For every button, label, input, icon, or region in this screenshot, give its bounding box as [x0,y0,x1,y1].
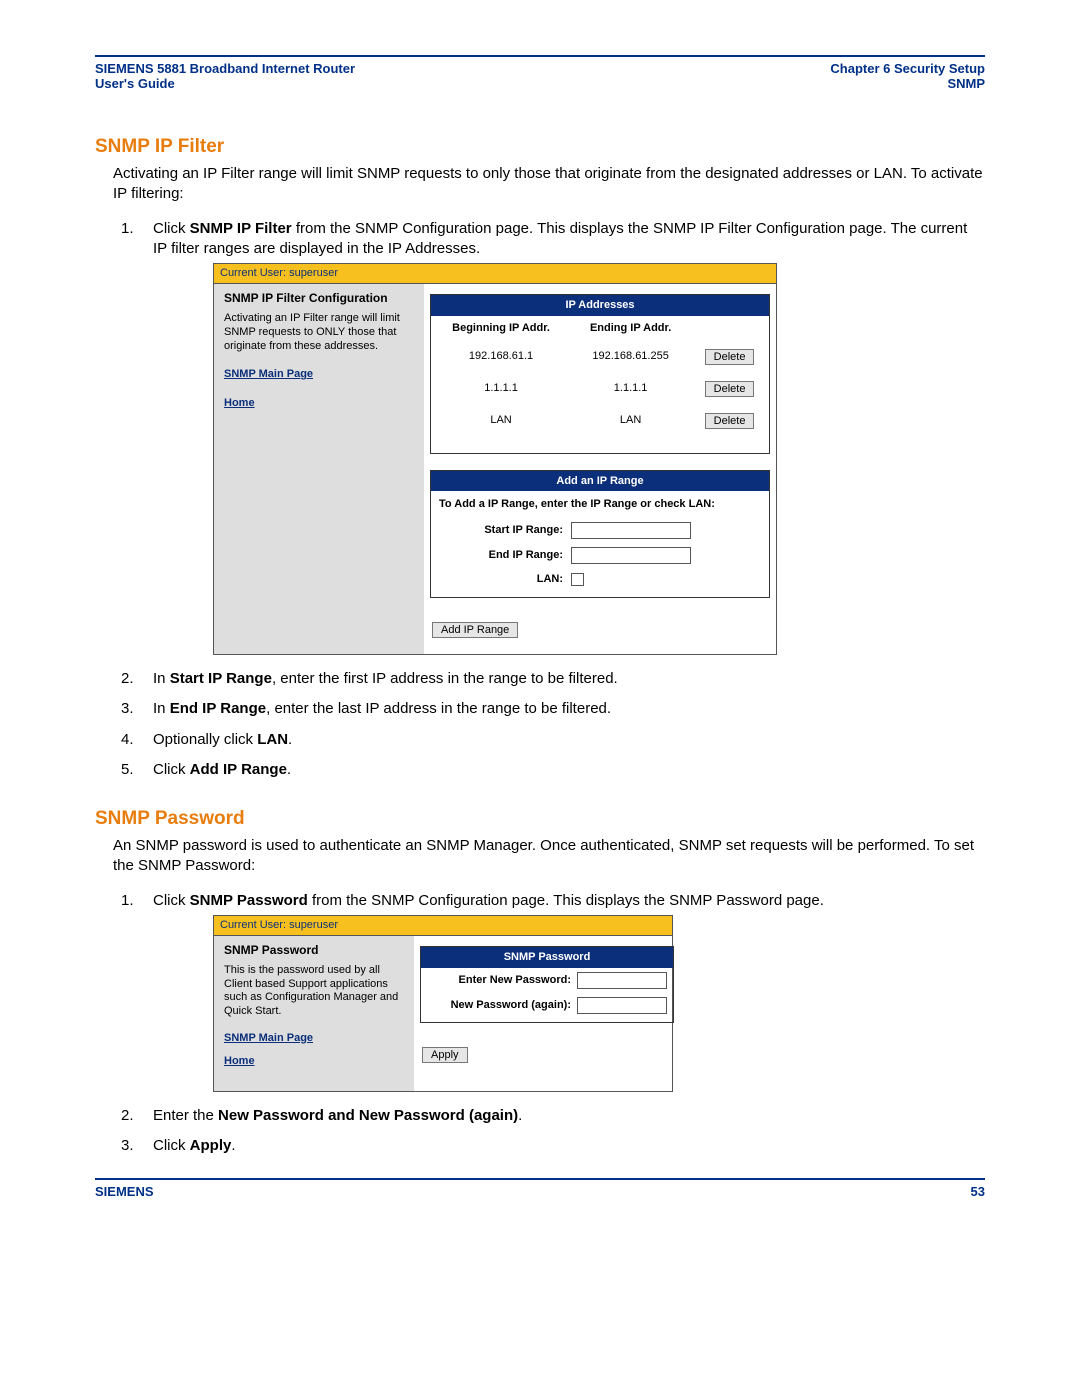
table-row: LAN LAN Delete [431,405,769,437]
table-row: 192.168.61.1 192.168.61.255 Delete [431,341,769,373]
link-snmp-main[interactable]: SNMP Main Page [224,1031,404,1046]
header-title: SIEMENS 5881 Broadband Internet Router [95,61,355,76]
sidebar-title: SNMP Password [224,942,404,958]
step-5: Click Add IP Range. [121,760,985,780]
add-ip-range-button[interactable]: Add IP Range [432,622,518,638]
new-password-input[interactable] [577,972,667,989]
intro-password: An SNMP password is used to authenticate… [113,836,985,877]
page-number: 53 [971,1184,985,1199]
lan-checkbox[interactable] [571,573,584,586]
header-subtitle: User's Guide [95,76,355,91]
sidebar-desc: Activating an IP Filter range will limit… [224,312,414,353]
header-topic: SNMP [830,76,985,91]
user-bar: Current User: superuser [214,264,776,284]
password-again-input[interactable] [577,997,667,1014]
snmp-password-heading: SNMP Password [421,947,673,968]
add-range-heading: Add an IP Range [431,471,769,492]
link-home[interactable]: Home [224,396,414,411]
link-home[interactable]: Home [224,1054,404,1069]
delete-button[interactable]: Delete [705,381,755,397]
delete-button[interactable]: Delete [705,349,755,365]
page-header: SIEMENS 5881 Broadband Internet Router U… [95,61,985,91]
user-bar: Current User: superuser [214,916,672,936]
step-1: Click SNMP IP Filter from the SNMP Confi… [121,219,985,656]
ip-addresses-panel: IP Addresses Beginning IP Addr. Ending I… [430,294,770,454]
pw-step-2: Enter the New Password and New Password … [121,1106,985,1126]
label-password-again: New Password (again): [427,998,577,1013]
step-3: In End IP Range, enter the last IP addre… [121,699,985,719]
header-chapter: Chapter 6 Security Setup [830,61,985,76]
step-4: Optionally click LAN. [121,730,985,750]
intro-ipfilter: Activating an IP Filter range will limit… [113,164,985,205]
section-title-ipfilter: SNMP IP Filter [95,136,985,158]
step-2: In Start IP Range, enter the first IP ad… [121,669,985,689]
sidebar-desc: This is the password used by all Client … [224,964,404,1019]
pw-step-1: Click SNMP Password from the SNMP Config… [121,891,985,1092]
sidebar-title: SNMP IP Filter Configuration [224,290,414,306]
ip-table: Beginning IP Addr. Ending IP Addr. 192.1… [431,316,769,453]
snmp-password-panel: SNMP Password Enter New Password: New Pa… [420,946,674,1023]
label-start-ip: Start IP Range: [441,523,571,538]
apply-button[interactable]: Apply [422,1047,468,1063]
section-title-password: SNMP Password [95,808,985,830]
sidebar: SNMP Password This is the password used … [214,936,414,1091]
sidebar: SNMP IP Filter Configuration Activating … [214,284,424,654]
add-range-desc: To Add a IP Range, enter the IP Range or… [431,491,769,518]
embedded-password-ui: Current User: superuser SNMP Password Th… [213,915,673,1092]
table-row: 1.1.1.1 1.1.1.1 Delete [431,373,769,405]
page-footer: SIEMENS 53 [95,1184,985,1199]
embedded-ipfilter-ui: Current User: superuser SNMP IP Filter C… [213,263,777,655]
col-begin: Beginning IP Addr. [431,316,571,341]
col-end: Ending IP Addr. [571,316,690,341]
pw-step-3: Click Apply. [121,1136,985,1156]
footer-brand: SIEMENS [95,1184,154,1199]
add-ip-range-panel: Add an IP Range To Add a IP Range, enter… [430,470,770,599]
end-ip-input[interactable] [571,547,691,564]
ip-addresses-heading: IP Addresses [431,295,769,316]
label-end-ip: End IP Range: [441,548,571,563]
link-snmp-main[interactable]: SNMP Main Page [224,367,414,382]
delete-button[interactable]: Delete [705,413,755,429]
label-new-password: Enter New Password: [427,973,577,988]
label-lan: LAN: [441,572,571,587]
start-ip-input[interactable] [571,522,691,539]
